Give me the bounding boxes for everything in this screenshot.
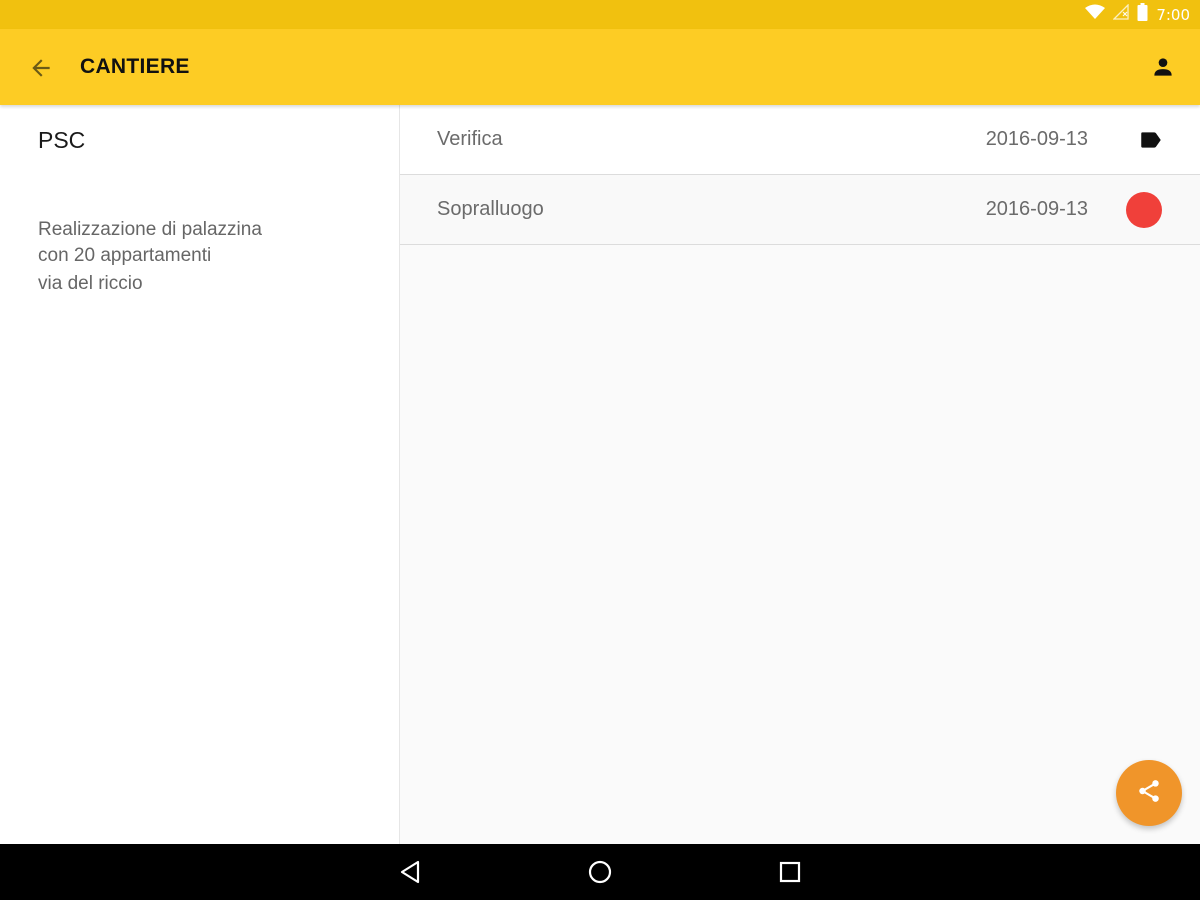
app-bar: CANTIERE: [0, 29, 1200, 105]
status-time: 7:00: [1156, 5, 1190, 24]
battery-icon: [1137, 3, 1148, 26]
status-icons: 7:00: [1085, 0, 1190, 29]
list-item-name: Sopralluogo: [437, 198, 544, 220]
signal-icon: [1112, 3, 1129, 25]
navigation-bar: [0, 844, 1200, 900]
detail-pane: PSC Realizzazione di palazzina con 20 ap…: [0, 105, 400, 844]
home-circle-icon[interactable]: [586, 858, 614, 886]
arrow-back-icon[interactable]: [28, 55, 54, 81]
back-triangle-icon[interactable]: [396, 858, 424, 886]
activity-list: Verifica 2016-09-13 Sopralluogo 2016-09-…: [400, 105, 1200, 844]
list-item[interactable]: Sopralluogo 2016-09-13: [400, 175, 1200, 245]
label-tag-icon: [1138, 127, 1164, 153]
page-title: CANTIERE: [80, 55, 190, 78]
app-screen: 7:00 CANTIERE PSC Realizzazione di palaz…: [0, 0, 1200, 900]
account-icon[interactable]: [1150, 54, 1176, 80]
list-item-name: Verifica: [437, 128, 503, 150]
list-item[interactable]: Verifica 2016-09-13: [400, 105, 1200, 175]
list-item-date: 2016-09-13: [985, 198, 1088, 220]
site-title: PSC: [38, 127, 86, 153]
share-button[interactable]: [1116, 760, 1182, 826]
wifi-icon: [1085, 4, 1106, 25]
list-item-date: 2016-09-13: [985, 128, 1088, 150]
description-line: via del riccio: [38, 273, 143, 294]
site-description: Realizzazione di palazzina con 20 appart…: [38, 217, 368, 297]
recents-square-icon[interactable]: [776, 858, 804, 886]
share-icon: [1136, 778, 1162, 809]
status-bar: 7:00: [0, 0, 1200, 29]
description-line: Realizzazione di palazzina: [38, 219, 262, 240]
status-dot: [1126, 192, 1162, 228]
description-line: con 20 appartamenti: [38, 245, 212, 266]
